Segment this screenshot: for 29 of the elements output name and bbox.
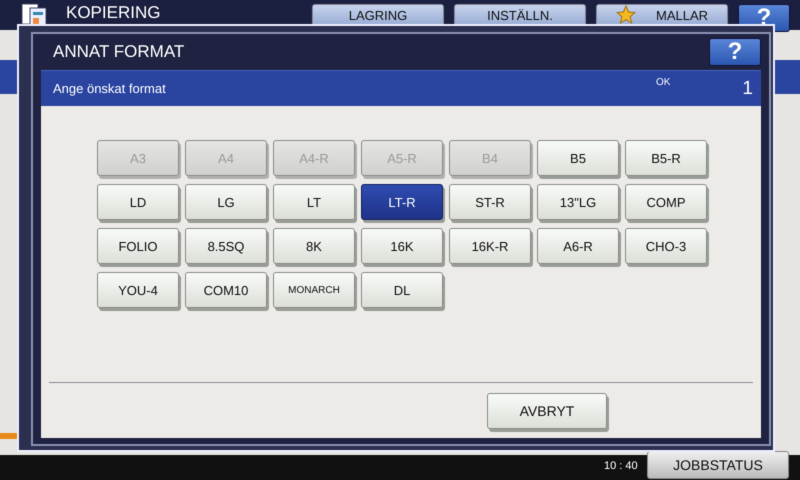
prompt-text: Ange önskat format xyxy=(53,81,166,96)
format-button[interactable]: LG xyxy=(185,184,267,220)
format-button[interactable]: 13"LG xyxy=(537,184,619,220)
format-button[interactable]: LT xyxy=(273,184,355,220)
format-button[interactable]: CHO-3 xyxy=(625,228,707,264)
format-button[interactable]: DL xyxy=(361,272,443,308)
clock-time: 10 : 40 xyxy=(604,460,638,472)
format-button[interactable]: A6-R xyxy=(537,228,619,264)
screen-title: KOPIERING xyxy=(66,3,160,22)
dialog-title: ANNAT FORMAT xyxy=(53,42,184,62)
job-status-button[interactable]: JOBBSTATUS xyxy=(647,451,789,479)
format-button[interactable]: FOLIO xyxy=(97,228,179,264)
accent-strip xyxy=(0,433,18,439)
format-button[interactable]: COM10 xyxy=(185,272,267,308)
format-button[interactable]: COMP xyxy=(625,184,707,220)
format-button[interactable]: 8.5SQ xyxy=(185,228,267,264)
format-button[interactable]: ST-R xyxy=(449,184,531,220)
status-text: OK xyxy=(656,77,670,88)
copy-count: 1 xyxy=(742,78,753,100)
format-button[interactable]: B5 xyxy=(537,140,619,176)
format-button[interactable]: LD xyxy=(97,184,179,220)
format-button[interactable]: YOU-4 xyxy=(97,272,179,308)
format-button[interactable]: LT-R xyxy=(361,184,443,220)
help-button[interactable]: ? xyxy=(709,38,761,66)
format-button[interactable]: 16K xyxy=(361,228,443,264)
format-button[interactable]: B5-R xyxy=(625,140,707,176)
format-button[interactable]: 16K-R xyxy=(449,228,531,264)
format-button[interactable]: MONARCH xyxy=(273,272,355,308)
format-button[interactable]: 8K xyxy=(273,228,355,264)
